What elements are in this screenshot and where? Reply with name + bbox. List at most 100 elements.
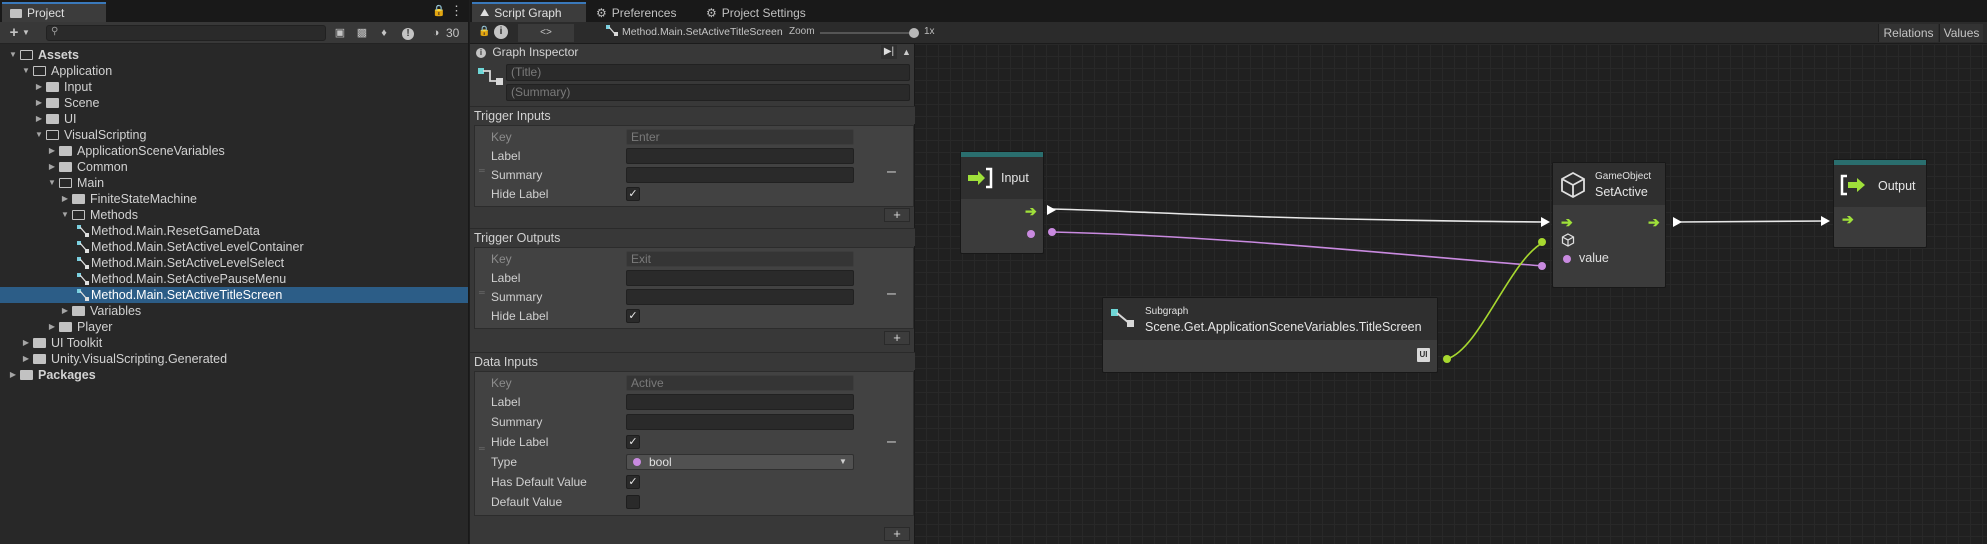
lock-icon[interactable]: 🔒: [478, 26, 490, 37]
tree-folder-item[interactable]: ▼ Methods: [0, 207, 468, 223]
expand-arrow-closed-icon[interactable]: ▶: [34, 79, 44, 95]
tree-folder-item[interactable]: ▼ Main: [0, 175, 468, 191]
hide-label-checkbox[interactable]: ✓: [626, 187, 640, 201]
label-field[interactable]: [626, 394, 854, 410]
tree-asset-item[interactable]: Method.Main.SetActivePauseMenu: [0, 271, 468, 287]
values-button[interactable]: Values: [1939, 24, 1983, 42]
drag-handle-icon[interactable]: ═: [479, 444, 489, 453]
tree-folder-item[interactable]: ▶ ApplicationSceneVariables: [0, 143, 468, 159]
expand-arrow-open-icon[interactable]: ▼: [8, 47, 18, 63]
chevron-down-icon[interactable]: ▼: [18, 25, 34, 41]
expand-arrow-closed-icon[interactable]: ▶: [60, 303, 70, 319]
expand-arrow-closed-icon[interactable]: ▶: [47, 319, 57, 335]
toggle-code-button[interactable]: <>: [518, 24, 574, 42]
label-field[interactable]: [626, 270, 854, 286]
tree-folder-item[interactable]: ▶ Variables: [0, 303, 468, 319]
tree-folder-item[interactable]: ▼ VisualScripting: [0, 127, 468, 143]
summary-field[interactable]: [626, 289, 854, 305]
add-trigger-input-button[interactable]: +: [884, 208, 910, 222]
output-node[interactable]: Output ➔: [1833, 159, 1927, 248]
flow-in-port-icon[interactable]: ➔: [1842, 212, 1854, 226]
graph-summary-field[interactable]: (Summary): [506, 84, 910, 101]
info-icon[interactable]: i: [494, 25, 508, 39]
tree-folder-item[interactable]: ▶ Common: [0, 159, 468, 175]
tree-asset-item[interactable]: Method.Main.SetActiveTitleScreen: [0, 287, 468, 303]
bool-in-port[interactable]: [1538, 262, 1546, 270]
relations-button[interactable]: Relations: [1878, 24, 1938, 42]
tab-project-settings[interactable]: ⚙ Project Settings: [698, 2, 834, 22]
tab-script-graph[interactable]: ⛰ Script Graph: [472, 2, 586, 22]
flow-out-port-icon[interactable]: ➔: [1648, 215, 1660, 229]
breadcrumb[interactable]: Method.Main.SetActiveTitleScreen: [622, 26, 783, 38]
expand-arrow-open-icon[interactable]: ▼: [60, 207, 70, 223]
flow-in-port-icon[interactable]: ➔: [1561, 215, 1573, 229]
expand-arrow-open-icon[interactable]: ▼: [34, 127, 44, 143]
tree-folder-item[interactable]: ▶ Player: [0, 319, 468, 335]
data-inputs-header[interactable]: Data Inputs: [470, 352, 915, 370]
bool-port-dot[interactable]: [1563, 255, 1571, 263]
tree-folder-item[interactable]: ▼ Application: [0, 63, 468, 79]
zoom-slider[interactable]: [820, 32, 914, 34]
hidden-eye-icon[interactable]: ◑: [428, 25, 444, 41]
tree-folder-item[interactable]: ▶ UI: [0, 111, 468, 127]
tree-folder-item[interactable]: ▼ Assets: [0, 47, 468, 63]
expand-arrow-closed-icon[interactable]: ▶: [21, 351, 31, 367]
type-dropdown[interactable]: bool ▼: [626, 454, 854, 470]
tree-asset-item[interactable]: Method.Main.SetActiveLevelContainer: [0, 239, 468, 255]
flow-out-port-icon[interactable]: ➔: [1025, 204, 1037, 218]
tree-folder-item[interactable]: ▶ Scene: [0, 95, 468, 111]
expand-arrow-closed-icon[interactable]: ▶: [8, 367, 18, 383]
label-tag-icon[interactable]: ♦: [376, 25, 392, 41]
tree-folder-item[interactable]: ▶ Unity.VisualScripting.Generated: [0, 351, 468, 367]
expand-arrow-closed-icon[interactable]: ▶: [47, 159, 57, 175]
filter-icon[interactable]: ▩: [354, 25, 370, 41]
tree-asset-item[interactable]: Method.Main.SetActiveLevelSelect: [0, 255, 468, 271]
value-out-port[interactable]: [1027, 230, 1035, 238]
tree-asset-item[interactable]: Method.Main.ResetGameData: [0, 223, 468, 239]
remove-item-button[interactable]: –: [887, 164, 896, 180]
graph-title-field[interactable]: (Title): [506, 64, 910, 81]
object-in-port[interactable]: [1538, 238, 1546, 246]
expand-arrow-closed-icon[interactable]: ▶: [60, 191, 70, 207]
object-out-port[interactable]: [1443, 355, 1451, 363]
tree-folder-item[interactable]: ▶ Input: [0, 79, 468, 95]
expand-arrow-closed-icon[interactable]: ▶: [34, 111, 44, 127]
value-port-dot[interactable]: [1048, 228, 1056, 236]
expand-arrow-closed-icon[interactable]: ▶: [47, 143, 57, 159]
tree-folder-item[interactable]: ▶ FiniteStateMachine: [0, 191, 468, 207]
add-trigger-output-button[interactable]: +: [884, 331, 910, 345]
drag-handle-icon[interactable]: ═: [479, 166, 489, 175]
subgraph-node[interactable]: Subgraph Scene.Get.ApplicationSceneVaria…: [1102, 297, 1438, 373]
trigger-inputs-header[interactable]: Trigger Inputs: [470, 106, 915, 124]
expand-arrow-closed-icon[interactable]: ▶: [21, 335, 31, 351]
warning-icon[interactable]: !: [400, 25, 416, 41]
hide-label-checkbox[interactable]: ✓: [626, 435, 640, 449]
drag-handle-icon[interactable]: ═: [479, 288, 489, 297]
more-menu-icon[interactable]: ⋮: [450, 3, 463, 19]
zoom-slider-handle[interactable]: [909, 28, 919, 38]
expand-arrow-open-icon[interactable]: ▼: [47, 175, 57, 191]
search-by-type-icon[interactable]: ▣: [332, 25, 348, 41]
tab-preferences[interactable]: ⚙ Preferences: [588, 2, 700, 22]
input-node[interactable]: Input ➔: [960, 151, 1044, 254]
lock-icon[interactable]: 🔒: [432, 4, 446, 17]
search-input[interactable]: ⚲: [46, 25, 326, 41]
default-value-checkbox[interactable]: [626, 495, 640, 509]
hide-label-checkbox[interactable]: ✓: [626, 309, 640, 323]
has-default-checkbox[interactable]: ✓: [626, 475, 640, 489]
tree-folder-item[interactable]: ▶ Packages: [0, 367, 468, 383]
tree-folder-item[interactable]: ▶ UI Toolkit: [0, 335, 468, 351]
tab-project[interactable]: Project: [2, 2, 106, 22]
label-field[interactable]: [626, 148, 854, 164]
summary-field[interactable]: [626, 167, 854, 183]
label-label: Label: [491, 149, 521, 163]
trigger-outputs-header[interactable]: Trigger Outputs: [470, 228, 915, 246]
remove-item-button[interactable]: –: [887, 434, 896, 450]
setactive-node[interactable]: GameObject SetActive ➔ ➔ value: [1552, 162, 1666, 288]
remove-item-button[interactable]: –: [887, 286, 896, 302]
summary-field[interactable]: [626, 414, 854, 430]
add-data-input-button[interactable]: +: [884, 527, 910, 541]
expand-arrow-open-icon[interactable]: ▼: [21, 63, 31, 79]
expand-arrow-closed-icon[interactable]: ▶: [34, 95, 44, 111]
dock-panel-icon[interactable]: ▶|: [881, 45, 897, 59]
